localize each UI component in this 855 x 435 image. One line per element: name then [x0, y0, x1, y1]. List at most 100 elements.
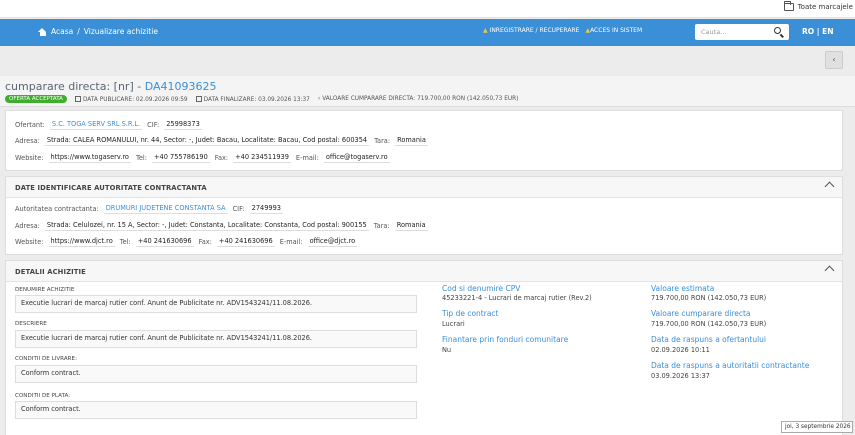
login-link[interactable]: ▲ACCES IN SISTEM — [585, 27, 642, 34]
contract-type-value: Lucrari — [442, 320, 465, 328]
payment-field: Conform contract. — [15, 401, 417, 419]
chevron-up-icon[interactable] — [824, 265, 835, 276]
description-field: Executie lucrari de marcaj rutier conf. … — [15, 330, 417, 348]
authority-tel-value: +40 241630696 — [135, 237, 194, 247]
cpv-value: 45233221-4 - Lucrari de marcaj rutier (R… — [442, 294, 592, 302]
login-label: ACCES IN SISTEM — [590, 27, 643, 34]
authority-country-label: Tara: — [373, 221, 390, 230]
delivery-label: CONDITII DE LIVRARE: — [15, 356, 77, 362]
authority-fax-value: +40 241630696 — [216, 237, 275, 247]
website-value[interactable]: https://www.togaserv.ro — [48, 152, 131, 163]
page-title: cumparare directa: [nr] - DA41093625 — [5, 80, 217, 93]
authority-reply-value: 03.09.2026 13:37 — [651, 372, 710, 380]
lang-en[interactable]: EN — [822, 27, 833, 36]
bidder-row: Ofertant: S.C. TOGA SERV SRL S.R.L. CIF:… — [15, 119, 202, 130]
bidder-reply-value: 02.09.2026 10:11 — [651, 346, 710, 354]
description-label: DESCRIERE — [15, 321, 47, 327]
address-label: Adresa: — [15, 136, 40, 145]
authority-tel-label: Tel: — [119, 237, 131, 246]
authority-fax-label: Fax: — [198, 237, 212, 246]
address-row: Adresa: Strada: CALEA ROMANULUI, nr. 44,… — [15, 135, 428, 146]
contract-type-title: Tip de contract — [442, 309, 499, 318]
authority-panel: DATE IDENTIFICARE AUTORITATE CONTRACTANT… — [5, 176, 843, 255]
lang-ro[interactable]: RO — [802, 27, 814, 36]
email-label: E-mail: — [295, 153, 319, 162]
direct-value-title: Valoare cumparare directa — [651, 309, 751, 318]
all-bookmarks-button[interactable]: Toate marcajele — [783, 1, 853, 11]
contact-row: Website: https://www.togaserv.ro Tel: +4… — [15, 152, 390, 163]
value-amount: 719.700,00 — [417, 96, 451, 102]
user-icon: ▲ — [483, 27, 488, 34]
calendar-icon — [195, 95, 202, 102]
date-tooltip: joi, 3 septembrie 2026 — [781, 421, 853, 433]
bidder-label: Ofertant: — [15, 120, 45, 129]
direct-purchase-value: 719.700,00 RON (142.050,73 EUR) — [651, 320, 767, 328]
authority-contact-row: Website: https://www.djct.ro Tel: +40 24… — [15, 236, 358, 247]
status-badge: OFERTA ACCEPTATA — [5, 95, 67, 103]
publish-value: 02.09.2026 09:59 — [135, 96, 188, 103]
details-panel: DETALII ACHIZITIE DENUMIRE ACHIZITIE Exe… — [5, 260, 843, 435]
authority-email-label: E-mail: — [279, 237, 303, 246]
authority-email-value[interactable]: office@djct.ro — [307, 236, 358, 247]
back-button[interactable]: ‹ — [825, 51, 843, 69]
cif-label: CIF: — [147, 120, 160, 129]
breadcrumb-home[interactable]: Acasa — [51, 27, 73, 36]
authority-cif-value: 2749993 — [249, 204, 283, 214]
address-value: Strada: CALEA ROMANULUI, nr. 44, Sector:… — [44, 136, 370, 146]
authority-panel-header[interactable]: DATE IDENTIFICARE AUTORITATE CONTRACTANT… — [6, 177, 842, 198]
payment-label: CONDITII DE PLATA: — [15, 393, 71, 399]
search-box[interactable]: Cauta... — [695, 24, 789, 40]
top-navigation: Acasa / Vizualizare achizitie ▲ INREGIST… — [0, 19, 855, 46]
procurement-code: DA41093625 — [144, 80, 217, 93]
tel-value: +40 755786190 — [152, 153, 210, 163]
search-icon[interactable] — [774, 27, 781, 34]
authority-website-value[interactable]: https://www.djct.ro — [48, 236, 115, 247]
all-bookmarks-label: Toate marcajele — [797, 3, 853, 11]
header-meta: OFERTA ACCEPTATA DATA PUBLICARE: 02.09.2… — [5, 95, 518, 103]
details-section-title: DETALII ACHIZITIE — [15, 268, 86, 276]
search-input[interactable]: Cauta... — [701, 28, 726, 36]
final-date: DATA FINALIZARE: 03.09.2026 13:37 — [195, 95, 310, 103]
folder-icon — [783, 1, 794, 11]
website-label: Website: — [15, 153, 44, 162]
value-label: VALOARE CUMPARARE DIRECTA: — [322, 96, 416, 102]
register-link[interactable]: ▲ INREGISTRARE / RECUPERARE — [483, 27, 579, 34]
language-switch: RO | EN — [802, 27, 834, 36]
authority-address-row: Adresa: Strada: Celulozei, nr. 15 A, Sec… — [15, 220, 428, 231]
lang-separator: | — [816, 27, 820, 36]
estimated-value: 719.700,00 RON (142.050,73 EUR) — [651, 294, 767, 302]
eu-funds-title: Finantare prin fonduri comunitare — [442, 335, 569, 344]
chevron-up-icon[interactable] — [824, 181, 835, 192]
cpv-title: Cod si denumire CPV — [442, 284, 521, 293]
country-label: Tara: — [374, 136, 391, 145]
authority-link[interactable]: DRUMURI JUDETENE CONSTANTA SA — [103, 203, 228, 214]
email-value[interactable]: office@togaserv.ro — [323, 152, 390, 163]
cif-value: 25998373 — [164, 120, 202, 130]
name-label: DENUMIRE ACHIZITIE — [15, 287, 75, 293]
authority-website-label: Website: — [15, 237, 44, 246]
country-value: Romania — [395, 136, 428, 146]
home-icon[interactable] — [38, 27, 47, 36]
direct-value: ‹ VALOARE CUMPARARE DIRECTA: 719.700,00 R… — [318, 96, 519, 102]
details-panel-header[interactable]: DETALII ACHIZITIE — [6, 261, 842, 282]
final-label: DATA FINALIZARE: — [203, 96, 257, 103]
fax-value: +40 234511939 — [233, 153, 291, 163]
estimated-value-title: Valoare estimata — [651, 284, 715, 293]
calendar-icon — [74, 95, 81, 102]
authority-row: Autoritatea contractanta: DRUMURI JUDETE… — [15, 203, 283, 214]
breadcrumb: Acasa / Vizualizare achizitie — [38, 27, 158, 36]
final-value: 03.09.2026 13:37 — [258, 96, 310, 103]
bidder-link[interactable]: S.C. TOGA SERV SRL S.R.L. — [49, 119, 143, 130]
publish-label: DATA PUBLICARE: — [82, 96, 135, 103]
fax-label: Fax: — [214, 153, 229, 162]
eu-funds-value: Nu — [442, 346, 452, 354]
title-prefix: cumparare directa: [nr] - — [5, 80, 145, 93]
delivery-field: Conform contract. — [15, 365, 417, 383]
tel-label: Tel: — [135, 153, 147, 162]
bookmarks-bar: Toate marcajele — [0, 0, 855, 18]
authority-address-label: Adresa: — [15, 221, 40, 230]
bidder-reply-title: Data de raspuns a ofertantului — [651, 335, 767, 344]
authority-address-value: Strada: Celulozei, nr. 15 A, Sector: -, … — [44, 221, 369, 231]
breadcrumb-separator: / — [77, 27, 80, 36]
procurement-header: cumparare directa: [nr] - DA41093625 OFE… — [0, 76, 855, 107]
